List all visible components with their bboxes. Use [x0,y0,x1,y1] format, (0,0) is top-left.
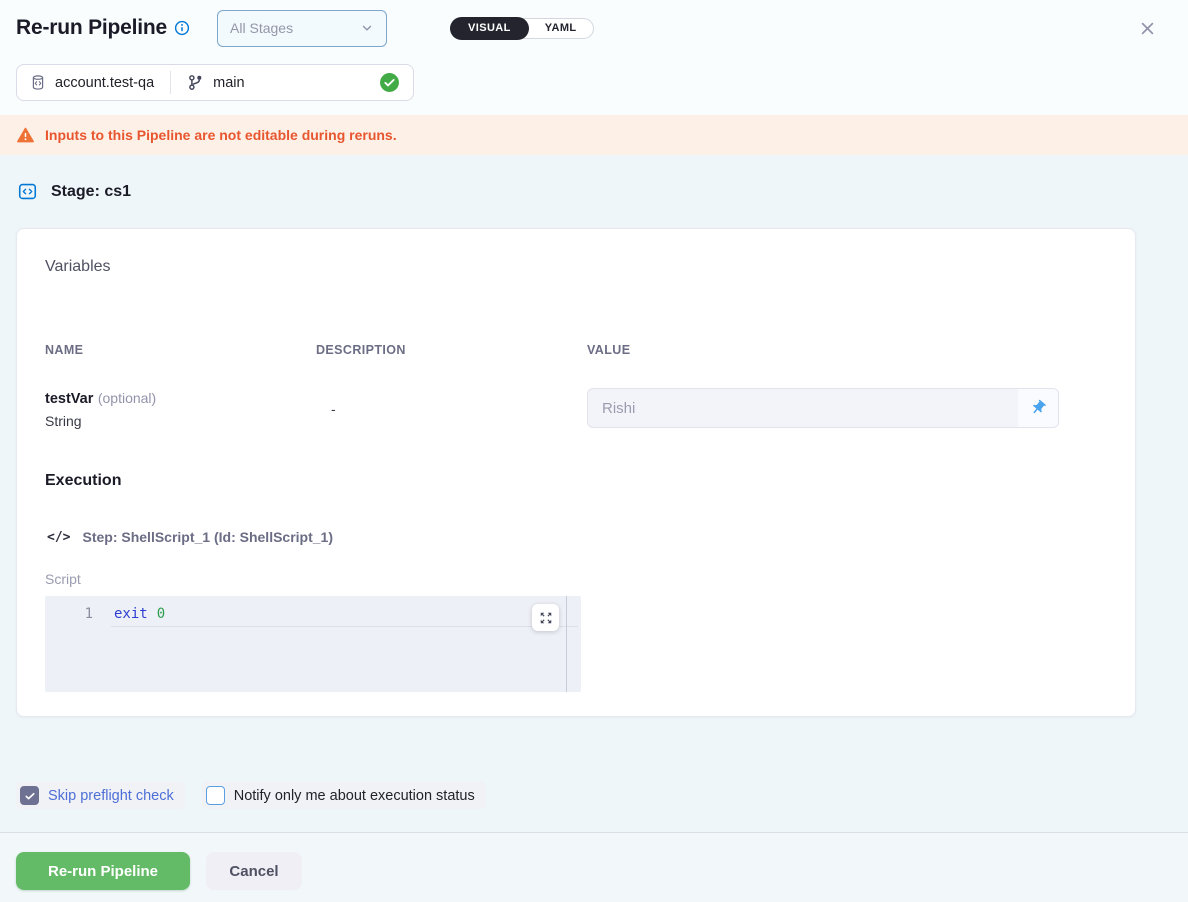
skip-preflight-checkbox[interactable] [20,786,39,805]
variable-value-input [588,389,1018,427]
pin-icon[interactable] [1018,389,1058,427]
current-line-border [111,626,578,627]
variable-optional-suffix: (optional) [98,390,156,406]
code-step-icon: </> [47,530,70,545]
git-branch-icon [187,74,204,91]
page-title: Re-run Pipeline [16,16,167,40]
variable-type: String [45,413,156,429]
skip-preflight-label[interactable]: Skip preflight check [48,788,174,804]
variable-name-cell: testVar (optional) String [45,390,156,429]
branch-name: main [213,75,244,91]
column-header-description: DESCRIPTION [316,343,406,357]
repo-name: account.test-qa [55,75,154,91]
code-keyword: exit [114,606,148,622]
variables-section-title: Variables [45,258,111,276]
dialog-footer: Re-run Pipeline Cancel [0,833,1188,902]
rerun-pipeline-dialog: Re-run Pipeline All Stages VISUAL YAML [0,0,1188,902]
variable-name: testVar [45,391,93,407]
code-line: 1 exit 0 [45,603,581,625]
info-icon[interactable] [174,20,190,36]
notify-me-option[interactable]: Notify only me about execution status [202,782,486,809]
stage-header: Stage: cs1 [17,181,131,202]
dialog-header: Re-run Pipeline All Stages VISUAL YAML [0,0,1188,115]
stage-selector-dropdown[interactable]: All Stages [217,10,387,47]
tab-visual[interactable]: VISUAL [450,17,529,40]
repo-branch-chip[interactable]: account.test-qa main [16,64,414,101]
chip-divider [170,71,171,94]
stage-inputs-card: Variables NAME DESCRIPTION VALUE testVar… [16,228,1136,717]
notify-me-label[interactable]: Notify only me about execution status [234,788,475,804]
script-field-label: Script [45,571,81,587]
column-header-value: VALUE [587,343,630,357]
column-header-name: NAME [45,343,83,357]
step-label: Step: ShellScript_1 (Id: ShellScript_1) [82,529,333,545]
code-number: 0 [157,606,165,622]
notify-me-checkbox[interactable] [206,786,225,805]
repository-icon [30,74,46,91]
run-options: Skip preflight check Notify only me abou… [16,782,486,809]
step-header: </> Step: ShellScript_1 (Id: ShellScript… [47,529,333,545]
variable-value-field [587,388,1059,428]
skip-preflight-option[interactable]: Skip preflight check [16,782,185,809]
header-row: Re-run Pipeline All Stages VISUAL YAML [16,8,1160,48]
warning-text: Inputs to this Pipeline are not editable… [45,127,397,143]
close-icon[interactable] [1135,16,1160,41]
warning-icon [16,126,35,144]
valid-check-icon [379,72,400,93]
warning-banner: Inputs to this Pipeline are not editable… [0,115,1188,155]
cancel-button[interactable]: Cancel [206,852,302,890]
visual-yaml-toggle: VISUAL YAML [450,18,594,39]
stage-title: Stage: cs1 [51,183,131,201]
tab-yaml[interactable]: YAML [529,18,593,39]
editor-scrollbar[interactable] [566,596,567,692]
custom-stage-icon [17,181,38,202]
rerun-pipeline-button[interactable]: Re-run Pipeline [16,852,190,890]
code-text: exit 0 [114,606,165,622]
stage-selector-value: All Stages [230,20,293,36]
execution-section-title: Execution [45,472,121,490]
expand-editor-button[interactable] [532,604,559,631]
line-number: 1 [45,606,93,622]
chevron-down-icon [360,21,374,35]
variable-description: - [331,401,336,417]
script-code-editor[interactable]: 1 exit 0 [45,596,581,692]
